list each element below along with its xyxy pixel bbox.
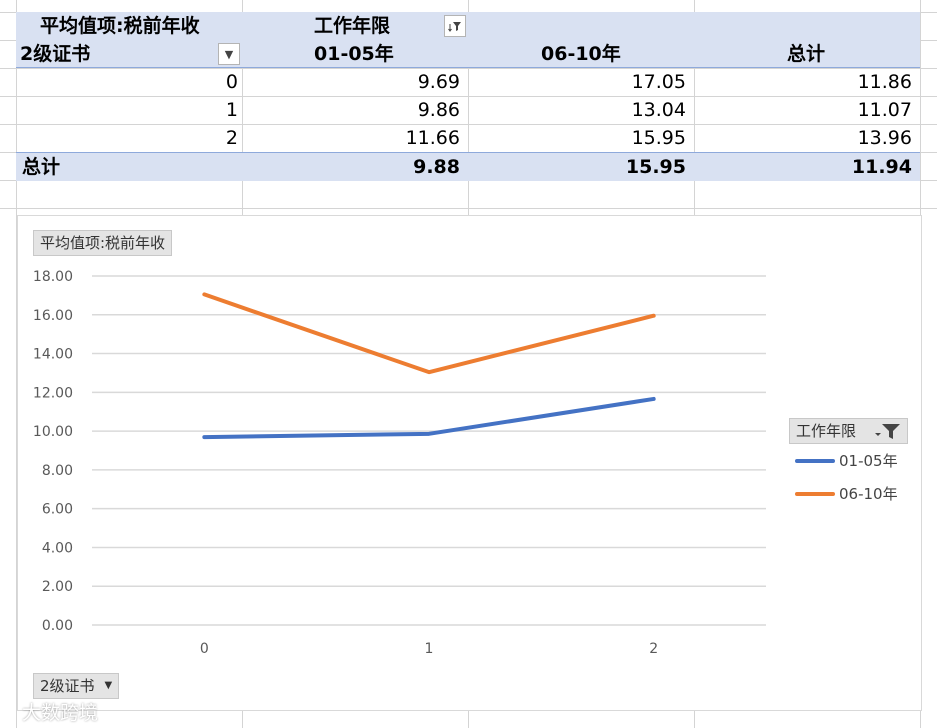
legend-field-label: 工作年限 — [796, 422, 857, 440]
legend-swatch — [795, 458, 835, 463]
pivot-cell[interactable]: 11.86 — [694, 70, 912, 94]
legend-swatch — [795, 491, 835, 496]
chevron-down-icon: ▼ — [104, 680, 113, 691]
legend-item[interactable]: 01-05年 — [795, 450, 898, 471]
chart-legend-field-button[interactable]: 工作年限 — [789, 418, 908, 444]
legend-label: 06-10年 — [839, 485, 898, 503]
pivot-cell[interactable]: 11.66 — [242, 126, 460, 150]
pivot-col-header: 06-10年 — [541, 43, 621, 65]
pivot-col-header: 01-05年 — [314, 43, 394, 65]
grid-row-line — [0, 124, 937, 125]
grid-row-line — [0, 208, 937, 209]
grid-row-line — [0, 96, 937, 97]
filter-icon — [875, 424, 900, 439]
pivot-total-cell[interactable]: 9.88 — [242, 155, 460, 179]
pivot-header-border — [16, 67, 920, 68]
pivot-row-label: 1 — [225, 99, 238, 121]
pivot-cell[interactable]: 13.96 — [694, 126, 912, 150]
legend-item[interactable]: 06-10年 — [795, 483, 898, 504]
pivot-chart[interactable] — [17, 215, 922, 711]
pivot-cell[interactable]: 9.69 — [242, 70, 460, 94]
pivot-column-field[interactable]: 工作年限 — [314, 14, 390, 38]
chart-axis-field-button[interactable]: 2级证书 ▼ — [33, 673, 120, 699]
row-filter-button[interactable]: ▼ — [218, 43, 240, 65]
chart-value-field-button[interactable]: 平均值项:税前年收 — [33, 230, 173, 256]
pivot-cell[interactable]: 11.07 — [694, 98, 912, 122]
pivot-cell[interactable]: 9.86 — [242, 98, 460, 122]
axis-field-label: 2级证书 — [40, 677, 95, 695]
pivot-col-header: 总计 — [787, 43, 826, 65]
pivot-value-field[interactable]: 平均值项:税前年收 — [40, 14, 200, 38]
legend-label: 01-05年 — [839, 452, 898, 470]
watermark: 大数跨境 — [22, 702, 99, 724]
pivot-row-field[interactable]: 2级证书 — [20, 42, 90, 66]
pivot-total-cell[interactable]: 15.95 — [468, 155, 686, 179]
grid-row-line — [0, 68, 937, 69]
filter-icon — [448, 22, 461, 32]
pivot-total-label: 总计 — [22, 156, 61, 178]
pivot-total-cell[interactable]: 11.94 — [694, 155, 912, 179]
pivot-row-label: 0 — [225, 71, 238, 93]
pivot-row-label: 2 — [225, 127, 238, 149]
chevron-down-icon: ▼ — [224, 47, 234, 61]
column-filter-button[interactable] — [444, 15, 466, 37]
pivot-cell[interactable]: 15.95 — [468, 126, 686, 150]
pivot-cell[interactable]: 13.04 — [468, 98, 686, 122]
pivot-cell[interactable]: 17.05 — [468, 70, 686, 94]
